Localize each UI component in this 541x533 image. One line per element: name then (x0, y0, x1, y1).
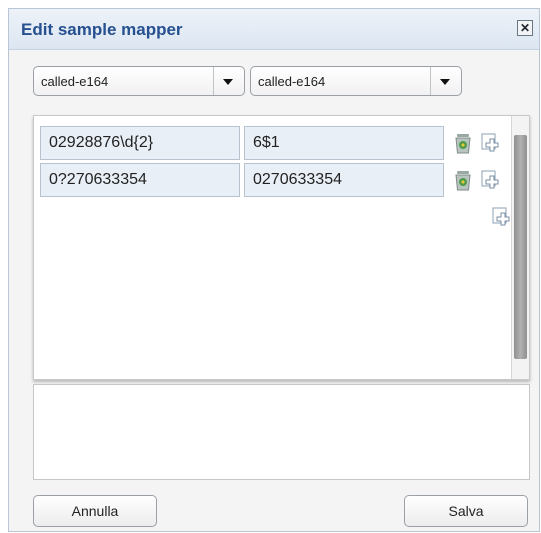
notes-textarea[interactable] (33, 384, 530, 480)
chevron-down-icon (223, 79, 233, 85)
replacement-field[interactable]: 6$1 (244, 126, 444, 160)
target-field-dropdown-button[interactable] (430, 67, 461, 95)
edit-sample-mapper-dialog: Edit sample mapper ✕ called-e164 called-… (8, 8, 540, 532)
scrollbar-thumb[interactable] (514, 135, 527, 359)
trash-icon[interactable] (454, 170, 472, 191)
replacement-field[interactable]: 0270633354 (244, 163, 444, 197)
target-field-value: called-e164 (258, 74, 326, 89)
source-field-value: called-e164 (41, 74, 109, 89)
cancel-button[interactable]: Annulla (33, 495, 157, 527)
mapping-row: 0?270633354 0270633354 (40, 163, 510, 197)
chevron-down-icon (440, 79, 450, 85)
vertical-scrollbar[interactable] (511, 116, 529, 379)
source-field-dropdown-button[interactable] (213, 67, 244, 95)
close-icon[interactable]: ✕ (517, 20, 533, 36)
pattern-field[interactable]: 0?270633354 (40, 163, 240, 197)
add-icon[interactable] (481, 133, 500, 152)
save-button[interactable]: Salva (404, 495, 528, 527)
dialog-body: called-e164 called-e164 02928876\d{2} 6$… (9, 50, 539, 531)
add-icon[interactable] (492, 207, 511, 226)
add-row-area (40, 200, 510, 234)
dialog-titlebar[interactable]: Edit sample mapper ✕ (9, 9, 539, 50)
add-icon[interactable] (481, 170, 500, 189)
pattern-field[interactable]: 02928876\d{2} (40, 126, 240, 160)
trash-icon[interactable] (454, 133, 472, 154)
source-field-select[interactable]: called-e164 (33, 66, 245, 96)
mapping-list: 02928876\d{2} 6$1 0?270633354 0270633354 (33, 115, 530, 380)
mapping-row: 02928876\d{2} 6$1 (40, 126, 510, 160)
target-field-select[interactable]: called-e164 (250, 66, 462, 96)
dialog-title: Edit sample mapper (21, 20, 183, 39)
